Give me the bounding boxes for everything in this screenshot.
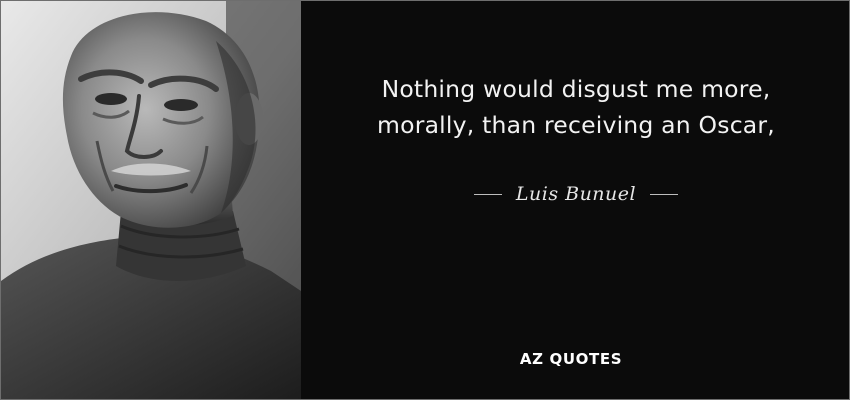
left-dash (473, 193, 502, 195)
author-name[interactable]: Luis Bunuel (516, 183, 636, 205)
logo-part-quotes: QUOTES (549, 350, 623, 368)
quote-text: Nothing would disgust me more, morally, … (301, 71, 849, 143)
quote-line-1: Nothing would disgust me more, (381, 75, 771, 103)
logo-part-az: AZ (519, 350, 544, 368)
azquotes-logo[interactable]: AZ QUOTES (501, 347, 641, 371)
author-portrait (1, 1, 301, 399)
right-dash (650, 193, 679, 195)
quote-card: Nothing would disgust me more, morally, … (0, 0, 850, 400)
author-attribution: Luis Bunuel (301, 179, 849, 209)
quote-line-2: morally, than receiving an Oscar, (377, 111, 775, 139)
